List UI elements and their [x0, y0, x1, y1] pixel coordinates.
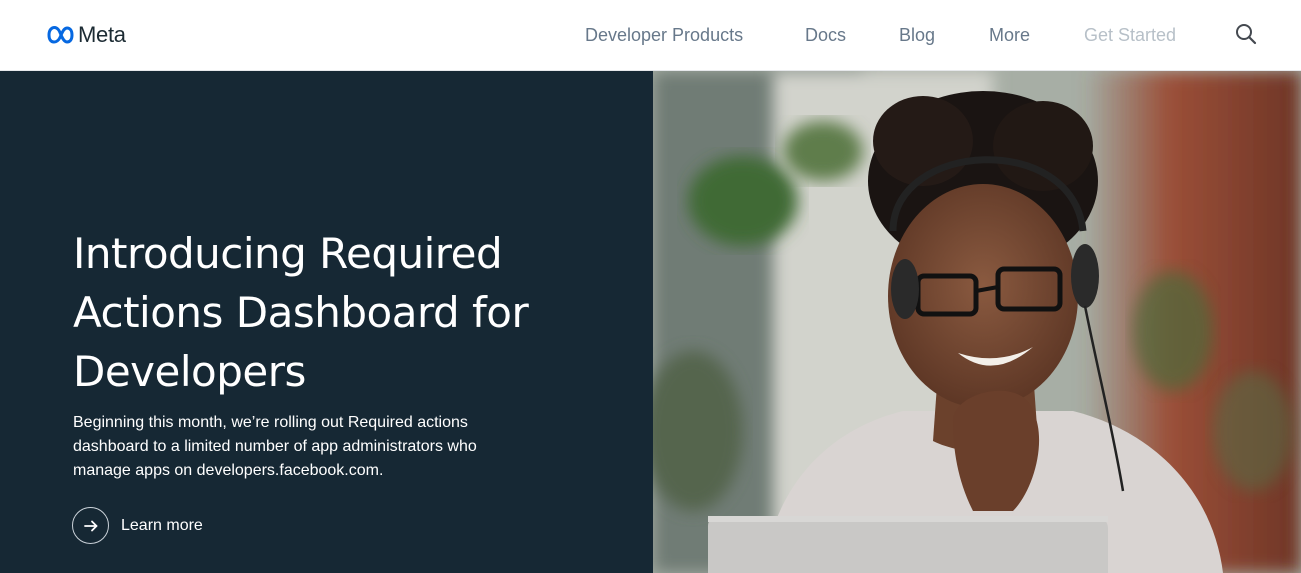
learn-more-link[interactable]: Learn more	[72, 507, 203, 544]
search-icon	[1236, 24, 1257, 45]
nav-developer-products[interactable]: Developer Products	[585, 24, 743, 46]
nav-docs[interactable]: Docs	[805, 24, 846, 46]
search-button[interactable]	[1233, 21, 1259, 47]
nav-blog[interactable]: Blog	[899, 24, 935, 46]
hero-title: Introducing Required Actions Dashboard f…	[73, 229, 529, 396]
hero-text-panel: Introducing Required Actions Dashboard f…	[0, 71, 653, 573]
arrow-right-icon	[83, 520, 97, 531]
hero-banner: Introducing Required Actions Dashboard f…	[0, 71, 1301, 573]
hero-description: Beginning this month, we’re rolling out …	[73, 414, 477, 479]
woman-with-headset-photo	[653, 71, 1301, 573]
nav-get-started[interactable]: Get Started	[1084, 24, 1176, 46]
brand-name: Meta	[78, 22, 126, 47]
hero-photo	[653, 71, 1301, 573]
top-navigation-bar: Meta Developer Products Docs Blog More G…	[0, 0, 1301, 71]
meta-logo-link[interactable]: Meta	[45, 22, 126, 48]
learn-more-circle	[72, 507, 109, 544]
meta-infinity-icon	[47, 26, 74, 44]
nav-more[interactable]: More	[989, 24, 1030, 46]
learn-more-label: Learn more	[121, 516, 203, 534]
